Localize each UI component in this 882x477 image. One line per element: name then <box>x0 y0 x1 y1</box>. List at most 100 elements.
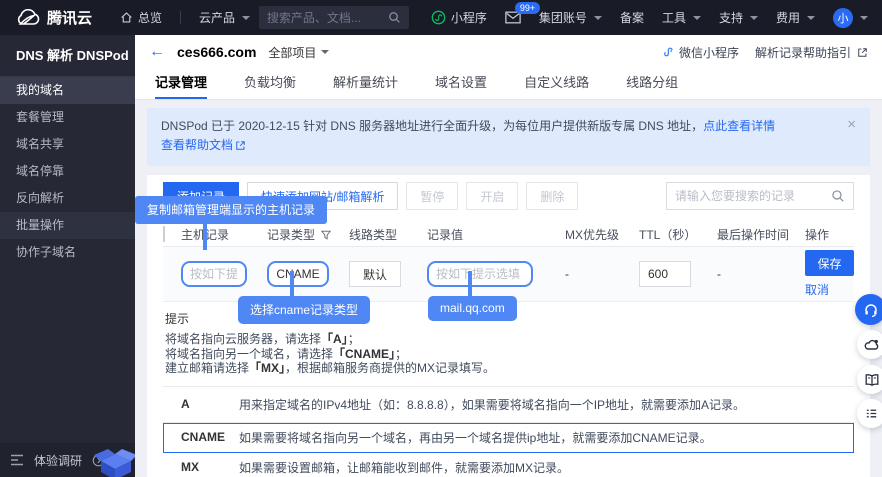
guide-connector-type <box>290 271 294 298</box>
collapse-sidebar-icon[interactable] <box>10 454 24 466</box>
topbar: 腾讯云 总览 云产品 小程序 99+ <box>0 0 882 35</box>
tab-line-groups[interactable]: 线路分组 <box>626 69 678 99</box>
guide-connector-value <box>468 271 472 298</box>
select-all-checkbox[interactable] <box>163 226 165 242</box>
search-icon[interactable] <box>388 11 401 24</box>
ttl-input[interactable] <box>639 261 691 287</box>
survey-link[interactable]: 体验调研 <box>34 452 82 469</box>
col-header-mx: MX优先级 <box>565 226 639 243</box>
chevron-down-icon <box>321 50 329 54</box>
feedback-button[interactable] <box>857 399 882 428</box>
banner-detail-link[interactable]: 点此查看详情 <box>703 119 775 133</box>
tip-line-cname: 将域名指向另一个域名，请选择「CNAME」； <box>165 347 852 362</box>
tip-line-a: 将域名指向云服务器，请选择「A」； <box>165 332 852 347</box>
wechat-mini-program-link[interactable]: 微信小程序 <box>661 44 739 61</box>
col-header-host: 主机记录 <box>181 226 267 243</box>
chevron-down-icon <box>807 16 815 20</box>
docs-button[interactable] <box>857 365 882 394</box>
tab-load-balancing[interactable]: 负载均衡 <box>244 69 296 99</box>
help-guide-link[interactable]: 解析记录帮助指引 <box>755 44 868 61</box>
col-header-value: 记录值 <box>427 226 565 243</box>
sidebar-footer: 体验调研 <box>0 443 135 477</box>
sidebar-title: DNS 解析 DNSPod <box>0 35 135 77</box>
cloud-notification-button[interactable] <box>857 330 882 359</box>
avatar[interactable]: 小 <box>833 8 853 28</box>
account-menu[interactable]: 小 <box>833 8 868 28</box>
record-type-row-mx: MX 如果需要设置邮箱，让邮箱能收到邮件，就需要添加MX记录。 <box>163 453 854 477</box>
record-type-row-cname: CNAME 如果需要将域名指向另一个域名，再由另一个域名提供ip地址，就需要添加… <box>163 423 854 453</box>
brand-text: 腾讯云 <box>47 7 92 28</box>
main-area: ← ces666.com 全部项目 微信小程序 解析记录帮助指引 记录管理 负载… <box>135 35 882 477</box>
headset-icon <box>863 302 879 318</box>
host-record-input[interactable] <box>181 261 247 287</box>
topbar-search-input[interactable] <box>267 11 382 25</box>
app-root: 腾讯云 总览 云产品 小程序 99+ <box>0 0 882 477</box>
chevron-down-icon <box>594 16 602 20</box>
sidebar-item-my-domains[interactable]: 我的域名 <box>0 77 135 104</box>
line-type-input[interactable] <box>349 261 401 287</box>
sidebar-item-domain-parking[interactable]: 域名停靠 <box>0 158 135 185</box>
tab-bar: 记录管理 负载均衡 解析量统计 域名设置 自定义线路 线路分组 <box>135 69 882 100</box>
cancel-link[interactable]: 取消 <box>805 281 829 298</box>
col-header-ttl: TTL（秒） <box>639 226 717 243</box>
mini-program-icon <box>431 10 446 25</box>
nav-overview[interactable]: 总览 <box>120 9 162 26</box>
guide-tooltip-type: 选择cname记录类型 <box>238 296 370 324</box>
project-filter[interactable]: 全部项目 <box>268 44 329 61</box>
tab-record-management[interactable]: 记录管理 <box>155 69 207 99</box>
nav-tools[interactable]: 工具 <box>662 9 701 26</box>
nav-messages[interactable]: 99+ <box>505 11 521 24</box>
record-value-input[interactable] <box>427 261 533 287</box>
customer-service-button[interactable] <box>855 294 882 325</box>
col-header-line: 线路类型 <box>349 226 427 243</box>
chevron-down-icon <box>693 16 701 20</box>
back-arrow-icon[interactable]: ← <box>149 44 165 60</box>
col-header-type[interactable]: 记录类型 <box>267 226 349 243</box>
record-type-row-a: A 用来指定域名的IPv4地址（如：8.8.8.8），如果需要将域名指向一个IP… <box>163 387 854 423</box>
wechat-mini-program-icon <box>661 45 675 59</box>
banner-doc-link[interactable]: 查看帮助文档 <box>161 138 233 152</box>
record-type-input[interactable] <box>267 261 329 287</box>
sidebar-item-batch-operations[interactable]: 批量操作 <box>0 212 135 239</box>
table-header-row: 主机记录 记录类型 线路类型 记录值 MX优先级 TTL（秒） 最后操作时间 操… <box>163 222 854 247</box>
sidebar-item-domain-sharing[interactable]: 域名共享 <box>0 131 135 158</box>
record-search-input[interactable] <box>675 189 825 203</box>
message-count-badge: 99+ <box>515 2 540 14</box>
external-link-icon[interactable] <box>233 138 246 152</box>
tab-resolution-stats[interactable]: 解析量统计 <box>333 69 398 99</box>
sidebar-item-reverse-resolution[interactable]: 反向解析 <box>0 185 135 212</box>
tab-custom-lines[interactable]: 自定义线路 <box>524 69 589 99</box>
tip-line-mx: 建立邮箱请选择「MX」，根据邮箱服务商提供的MX记录填写。 <box>165 361 852 376</box>
cloud-icon <box>864 337 880 353</box>
sidebar-item-plan-management[interactable]: 套餐管理 <box>0 104 135 131</box>
delete-button[interactable]: 删除 <box>526 182 578 210</box>
save-button[interactable]: 保存 <box>805 250 854 276</box>
record-type-help-table: A 用来指定域名的IPv4地址（如：8.8.8.8），如果需要将域名指向一个IP… <box>163 386 854 477</box>
chevron-down-icon <box>750 16 758 20</box>
col-header-actions: 操作 <box>805 226 854 243</box>
record-search[interactable] <box>666 182 854 210</box>
nav-billing[interactable]: 费用 <box>776 9 815 26</box>
chevron-down-icon <box>242 16 250 20</box>
chevron-down-icon <box>860 16 868 20</box>
filter-icon[interactable] <box>321 230 331 240</box>
banner-text: DNSPod 已于 2020-12-15 针对 DNS 服务器地址进行全面升级，… <box>161 119 703 133</box>
enable-button[interactable]: 开启 <box>466 182 518 210</box>
nav-mini-program[interactable]: 小程序 <box>431 9 487 26</box>
page-header: ← ces666.com 全部项目 微信小程序 解析记录帮助指引 <box>135 35 882 69</box>
topbar-search[interactable] <box>259 6 409 29</box>
close-icon[interactable]: × <box>847 117 856 132</box>
tencent-cloud-logo[interactable]: 腾讯云 <box>14 7 92 28</box>
pause-button[interactable]: 暂停 <box>406 182 458 210</box>
sidebar-item-collaborative-subdomains[interactable]: 协作子域名 <box>0 239 135 266</box>
nav-cloud-products[interactable]: 云产品 <box>199 9 250 26</box>
content-area: DNSPod 已于 2020-12-15 针对 DNS 服务器地址进行全面升级，… <box>135 100 882 477</box>
last-op-time-value: - <box>717 267 805 281</box>
nav-beian[interactable]: 备案 <box>620 9 644 26</box>
tab-domain-settings[interactable]: 域名设置 <box>435 69 487 99</box>
guide-tooltip-host: 复制邮箱管理端显示的主机记录 <box>135 196 327 224</box>
search-icon[interactable] <box>831 189 845 203</box>
nav-group-account[interactable]: 集团账号 <box>539 9 602 26</box>
home-icon <box>120 11 133 24</box>
nav-support[interactable]: 支持 <box>719 9 758 26</box>
